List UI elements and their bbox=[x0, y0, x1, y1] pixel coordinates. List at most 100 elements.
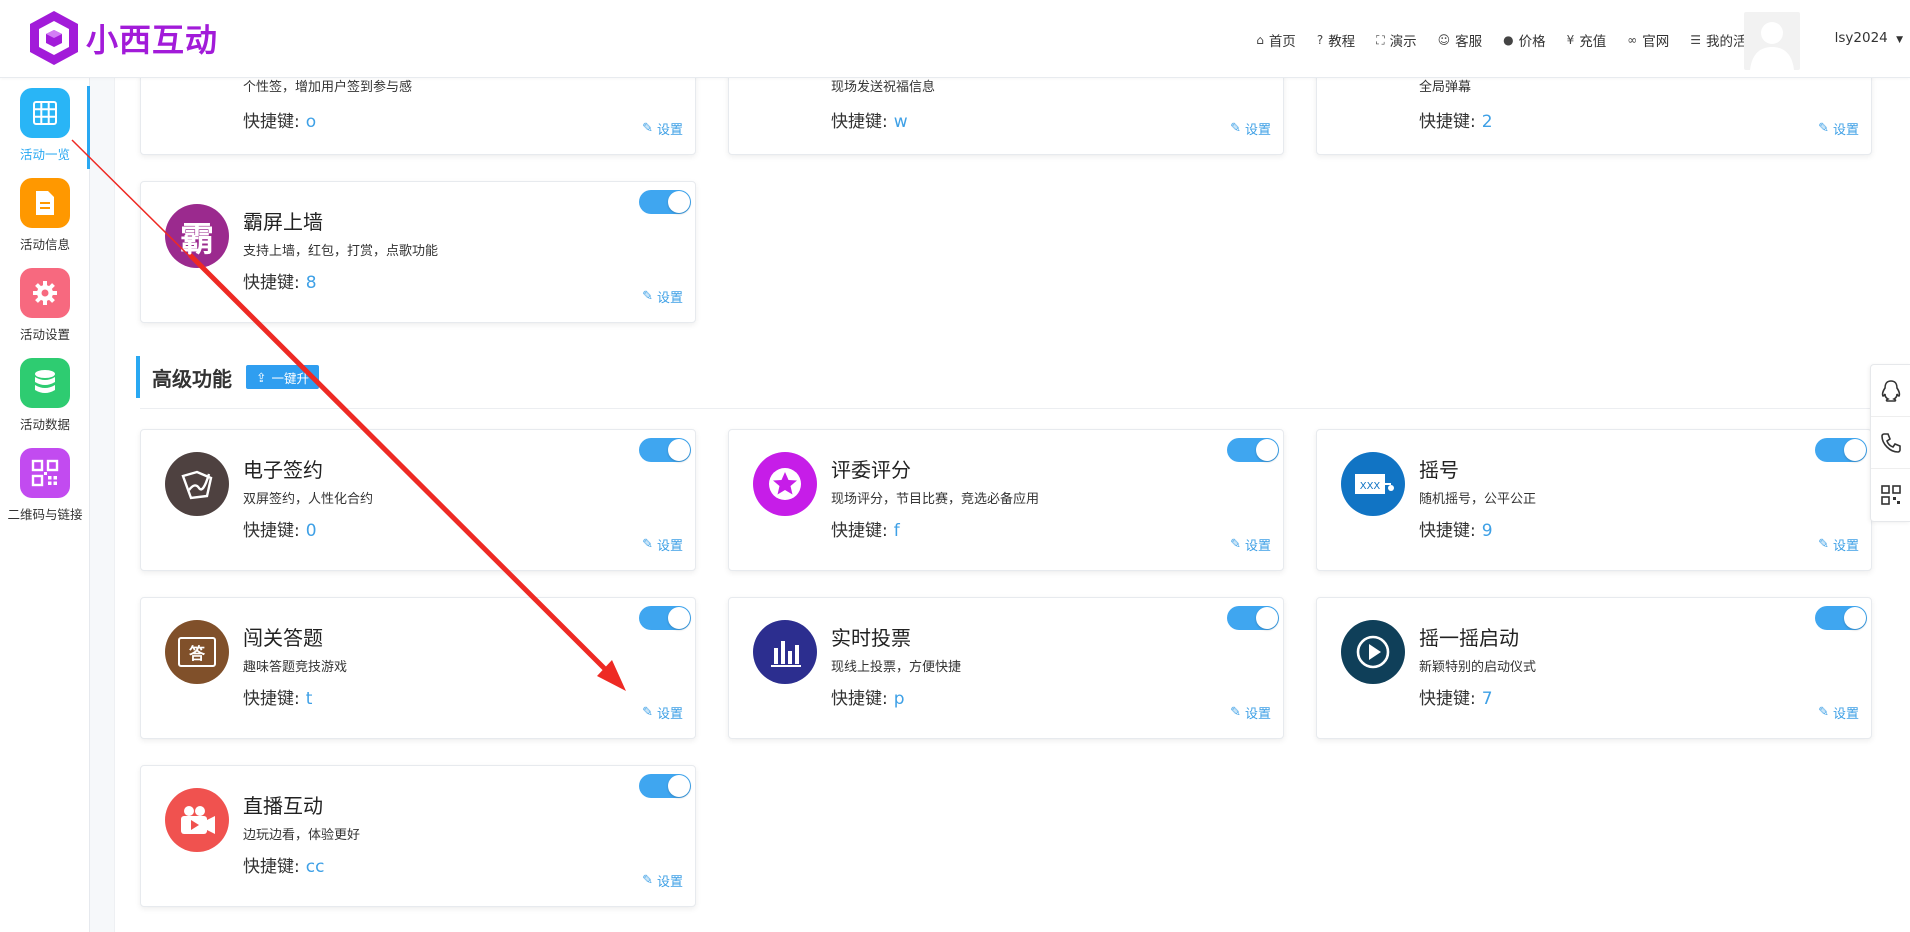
shortcut-label: 快捷键: bbox=[243, 689, 300, 709]
enable-toggle[interactable] bbox=[639, 438, 691, 462]
bapin-icon: 霸 bbox=[165, 204, 229, 268]
brand-name: 小西互动 bbox=[86, 21, 219, 59]
enable-toggle[interactable] bbox=[639, 606, 691, 630]
user-silhouette-icon bbox=[1750, 22, 1794, 70]
enable-toggle[interactable] bbox=[639, 190, 691, 214]
card-shortcut: 快捷键: 2 bbox=[1419, 107, 1493, 132]
link-icon: ∞ bbox=[1627, 33, 1638, 47]
document-icon bbox=[20, 178, 70, 228]
pencil-icon: ✎ bbox=[1230, 537, 1241, 552]
card-description: 全局弹幕 bbox=[1419, 80, 1472, 95]
phone-icon bbox=[1880, 432, 1901, 453]
icon-glyph: 答 bbox=[188, 644, 205, 663]
nav-website[interactable]: ∞ 官网 bbox=[1627, 30, 1669, 50]
nav-tutorial[interactable]: ? 教程 bbox=[1317, 30, 1355, 50]
enable-toggle[interactable] bbox=[1227, 438, 1279, 462]
pencil-icon: ✎ bbox=[642, 705, 653, 720]
settings-link[interactable]: ✎ 设置 bbox=[1230, 535, 1271, 554]
enable-toggle[interactable] bbox=[639, 774, 691, 798]
nav-label: 价格 bbox=[1518, 34, 1546, 50]
enable-toggle[interactable] bbox=[1815, 606, 1867, 630]
grid-icon bbox=[20, 88, 70, 138]
feature-card: 直播互动 边玩边看，体验更好 快捷键: cc ✎ 设置 bbox=[140, 765, 696, 907]
top-nav: ⌂ 首页 ? 教程 ⛶ 演示 ☺ 客服 ● 价格 ¥ 充值 ∞ 官网 ☰ 我的活 bbox=[1235, 30, 1760, 51]
card-description: 边玩边看，体验更好 bbox=[243, 828, 361, 843]
phone-button[interactable] bbox=[1871, 417, 1910, 469]
chart-icon bbox=[753, 620, 817, 684]
nav-recharge[interactable]: ¥ 充值 bbox=[1567, 30, 1607, 50]
sidebar-item-label: 活动设置 bbox=[19, 327, 70, 342]
quiz-icon: 答 bbox=[165, 620, 229, 684]
toggle-knob bbox=[668, 775, 690, 797]
card-shortcut: 快捷键: 9 bbox=[1419, 516, 1493, 541]
nav-demo[interactable]: ⛶ 演示 bbox=[1376, 30, 1416, 51]
settings-link[interactable]: ✎ 设置 bbox=[1818, 703, 1859, 722]
card-description: 随机摇号，公平公正 bbox=[1419, 492, 1537, 507]
shortcut-key: f bbox=[893, 521, 900, 541]
sidebar-item-overview[interactable]: 活动一览 bbox=[0, 88, 90, 163]
settings-link[interactable]: ✎ 设置 bbox=[642, 703, 683, 722]
settings-link[interactable]: ✎ 设置 bbox=[1230, 703, 1271, 722]
shortcut-label: 快捷键: bbox=[243, 857, 300, 877]
svg-text:XXX: XXX bbox=[1360, 481, 1381, 492]
settings-label: 设置 bbox=[1244, 123, 1271, 138]
nav-support[interactable]: ☺ 客服 bbox=[1438, 30, 1483, 50]
settings-link[interactable]: ✎ 设置 bbox=[1818, 535, 1859, 554]
gear-icon bbox=[20, 268, 70, 318]
settings-link[interactable]: ✎ 设置 bbox=[1818, 119, 1859, 138]
card-title: 闯关答题 bbox=[243, 626, 323, 650]
nav-pricing[interactable]: ● 价格 bbox=[1503, 30, 1545, 50]
sidebar-item-qrcode[interactable]: 二维码与链接 bbox=[0, 448, 90, 523]
upgrade-button[interactable]: ⇪ 一键升 bbox=[246, 365, 319, 389]
help-icon: ? bbox=[1316, 33, 1324, 47]
lottery-icon: XXX bbox=[1341, 452, 1405, 516]
shortcut-label: 快捷键: bbox=[831, 689, 888, 709]
feature-card: 答 闯关答题 趣味答题竞技游戏 快捷键: t ✎ 设置 bbox=[140, 597, 696, 739]
card-title: 直播互动 bbox=[243, 794, 323, 818]
toggle-knob bbox=[1256, 439, 1278, 461]
pencil-icon: ✎ bbox=[1230, 705, 1241, 720]
nav-home[interactable]: ⌂ 首页 bbox=[1256, 30, 1296, 50]
settings-link[interactable]: ✎ 设置 bbox=[1230, 119, 1271, 138]
sidebar-item-settings[interactable]: 活动设置 bbox=[0, 268, 90, 343]
feature-card: 电子签约 双屏签约，人性化合约 快捷键: 0 ✎ 设置 bbox=[140, 429, 696, 571]
shortcut-key: cc bbox=[305, 857, 325, 877]
qrcode-button[interactable] bbox=[1871, 469, 1910, 521]
card-shortcut: 快捷键: f bbox=[831, 516, 900, 541]
pencil-icon: ✎ bbox=[642, 121, 653, 136]
card-description: 现线上投票，方便快捷 bbox=[831, 660, 962, 675]
floating-toolbar bbox=[1870, 364, 1910, 522]
sidebar: 活动一览 活动信息 活动设置 活动数据 二维码与链接 bbox=[0, 78, 90, 932]
settings-link[interactable]: ✎ 设置 bbox=[642, 535, 683, 554]
toggle-knob bbox=[668, 191, 690, 213]
caret-down-icon: ▼ bbox=[1896, 35, 1903, 45]
shortcut-label: 快捷键: bbox=[243, 112, 300, 132]
shortcut-key: 8 bbox=[305, 273, 317, 293]
avatar[interactable] bbox=[1744, 12, 1800, 70]
brand-logo[interactable]: 小西互动 bbox=[26, 8, 218, 68]
settings-link[interactable]: ✎ 设置 bbox=[642, 871, 683, 890]
pencil-icon: ✎ bbox=[1818, 705, 1829, 720]
qq-icon bbox=[1881, 379, 1900, 402]
sign-icon bbox=[165, 452, 229, 516]
card-description: 新颖特别的启动仪式 bbox=[1419, 660, 1537, 675]
sidebar-item-label: 二维码与链接 bbox=[7, 507, 83, 522]
shortcut-label: 快捷键: bbox=[1419, 521, 1476, 541]
sidebar-item-data[interactable]: 活动数据 bbox=[0, 358, 90, 433]
sidebar-item-info[interactable]: 活动信息 bbox=[0, 178, 90, 253]
card-shortcut: 快捷键: 0 bbox=[243, 516, 317, 541]
settings-label: 设置 bbox=[1832, 123, 1859, 138]
settings-link[interactable]: ✎ 设置 bbox=[642, 119, 683, 138]
settings-label: 设置 bbox=[1244, 707, 1271, 722]
pencil-icon: ✎ bbox=[1818, 537, 1829, 552]
enable-toggle[interactable] bbox=[1815, 438, 1867, 462]
toggle-knob bbox=[1844, 607, 1866, 629]
home-icon: ⌂ bbox=[1256, 33, 1264, 47]
settings-label: 设置 bbox=[1244, 539, 1271, 554]
section-title: 高级功能 bbox=[152, 366, 232, 391]
settings-link[interactable]: ✎ 设置 bbox=[642, 287, 683, 306]
qrcode-icon bbox=[20, 448, 70, 498]
enable-toggle[interactable] bbox=[1227, 606, 1279, 630]
user-menu[interactable]: lsy2024 ▼ bbox=[1835, 30, 1903, 46]
qq-button[interactable] bbox=[1871, 365, 1910, 417]
